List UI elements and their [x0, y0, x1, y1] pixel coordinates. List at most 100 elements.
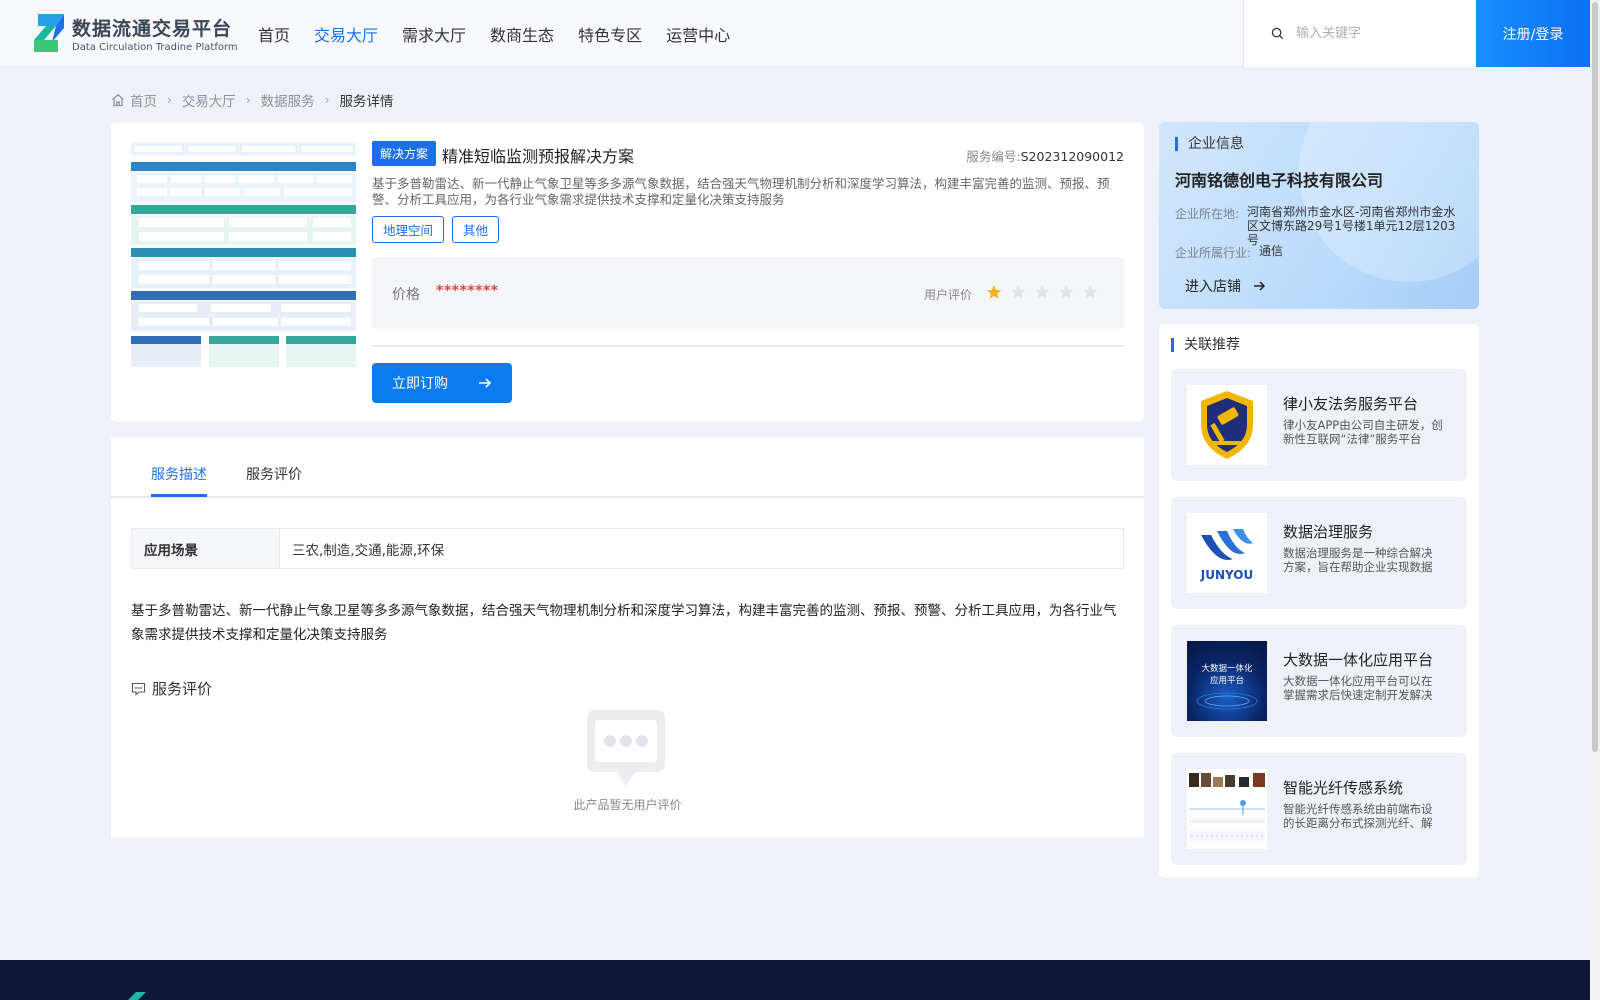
scene-table: 应用场景 三农,制造,交通,能源,环保	[131, 528, 1124, 569]
recommend-thumbnail	[1187, 769, 1267, 849]
arrow-right-icon	[1254, 281, 1266, 291]
arrow-right-icon	[479, 378, 492, 388]
recommend-description: 大数据一体化应用平台可以在掌握需求后快速定制开发解决方案	[1283, 674, 1433, 702]
recommend-thumbnail: 大数据一体化 应用平台	[1187, 641, 1267, 721]
comment-icon	[131, 682, 146, 696]
empty-comment-icon	[587, 710, 665, 786]
company-name: 河南铭德创电子科技有限公司	[1175, 171, 1384, 190]
service-number: 服务编号:S202312090012	[966, 146, 1124, 165]
search-icon[interactable]	[1271, 27, 1284, 40]
no-review-text: 此产品暂无用户评价	[573, 798, 682, 812]
tab-bar: 服务描述 服务评价	[111, 438, 1144, 498]
logo-subtitle: Data Circulation Tradine Platform	[72, 41, 238, 53]
company-info-card: 企业信息 河南铭德创电子科技有限公司 企业所在地: 河南省郑州市金水区-河南省郑…	[1159, 122, 1479, 309]
category-badge: 解决方案	[372, 141, 437, 166]
recommend-item[interactable]: JUNYOU 数据治理服务 数据治理服务是一种综合解决方案，旨在帮助企业实现数据…	[1171, 497, 1467, 609]
nav-ecosystem[interactable]: 数商生态	[490, 22, 554, 46]
scrollbar-thumb[interactable]	[1592, 2, 1598, 752]
divider	[372, 345, 1124, 347]
recommend-thumbnail	[1187, 385, 1267, 465]
main-nav: 首页 交易大厅 需求大厅 数商生态 特色专区 运营中心	[258, 0, 754, 67]
thumb-text-line1: 大数据一体化	[1201, 663, 1253, 674]
tab-service-description[interactable]: 服务描述	[151, 464, 207, 484]
footer-logo-icon	[128, 992, 146, 1000]
fiber-sensing-image	[1189, 773, 1265, 841]
review-title: 服务评价	[152, 680, 213, 698]
breadcrumb-home[interactable]: 首页	[130, 90, 157, 110]
nav-operation-center[interactable]: 运营中心	[666, 22, 730, 46]
nav-demand-hall[interactable]: 需求大厅	[402, 22, 466, 46]
logo-title: 数据流通交易平台	[72, 17, 233, 40]
product-card: 解决方案 精准短临监测预报解决方案 服务编号:S202312090012 基于多…	[111, 122, 1144, 422]
enter-shop-label: 进入店铺	[1185, 279, 1241, 295]
big-data-platform-image: 大数据一体化 应用平台	[1196, 663, 1258, 710]
star-icon	[1034, 285, 1050, 299]
scene-label: 应用场景	[132, 529, 280, 568]
star-icon	[1058, 285, 1074, 299]
breadcrumb: 首页 › 交易大厅 › 数据服务 › 服务详情	[111, 90, 393, 110]
home-icon	[112, 94, 124, 107]
recommend-title: 律小友法务服务平台	[1283, 395, 1419, 413]
product-description: 基于多普勒雷达、新一代静止气象卫星等多多源气象数据，结合强天气物理机制分析和深度…	[372, 176, 1110, 207]
rating-stars	[986, 284, 1106, 300]
tag-geo-space[interactable]: 地理空间	[372, 216, 445, 243]
recommend-description: 智能光纤传感系统由前端布设的长距离分布式探测光纤、解调设备组成	[1283, 802, 1433, 830]
buy-now-label: 立即订购	[392, 376, 448, 392]
industry-value: 通信	[1259, 244, 1284, 258]
rating-label: 用户评价	[924, 288, 973, 302]
service-description-text: 基于多普勒雷达、新一代静止气象卫星等多多源气象数据，结合强天气物理机制分析和深度…	[131, 603, 1117, 643]
review-section-title: 服务评价	[131, 678, 212, 699]
tab-service-review[interactable]: 服务评价	[246, 464, 302, 484]
price-label: 价格	[392, 287, 420, 303]
recommend-description: 数据治理服务是一种综合解决方案，旨在帮助企业实现数据治理	[1283, 546, 1433, 574]
tag-other[interactable]: 其他	[452, 216, 500, 243]
recommend-title: 大数据一体化应用平台	[1283, 651, 1434, 669]
recommend-description: 律小友APP由公司自主研发，创新性互联网“法律”服务平台	[1283, 418, 1443, 446]
nav-home[interactable]: 首页	[258, 22, 290, 46]
product-image	[131, 142, 356, 367]
logo-icon	[34, 14, 64, 52]
register-login-button[interactable]: 注册/登录	[1476, 0, 1590, 67]
page-footer	[0, 960, 1590, 1000]
location-value: 河南省郑州市金水区-河南省郑州市金水区文博东路29号1号楼1单元12层1203号	[1247, 205, 1456, 247]
price-panel: 价格 ******** 用户评价	[372, 257, 1124, 329]
junyou-logo-icon: JUNYOU	[1200, 529, 1253, 582]
junyou-logo-text: JUNYOU	[1200, 568, 1253, 582]
service-number-label: 服务编号:	[966, 149, 1021, 164]
company-industry-row: 企业所属行业: 通信	[1175, 244, 1479, 261]
product-title: 精准短临监测预报解决方案	[442, 147, 635, 166]
detail-card: 服务描述 服务评价 应用场景 三农,制造,交通,能源,环保 基于多普勒雷达、新一…	[111, 438, 1144, 838]
recommend-item[interactable]: 智能光纤传感系统 智能光纤传感系统由前端布设的长距离分布式探测光纤、解调设备组成	[1171, 753, 1467, 865]
chevron-right-icon: ›	[167, 93, 172, 107]
enter-shop-link[interactable]: 进入店铺	[1185, 276, 1266, 296]
recommendations-card: 关联推荐 律小友法务服务平台 律小友APP由公司自主研发，创新性互联网“法律”服…	[1159, 324, 1479, 878]
top-header: 数据流通交易平台 Data Circulation Tradine Platfo…	[0, 0, 1590, 67]
thumb-text-line2: 应用平台	[1210, 675, 1244, 686]
nav-special-zone[interactable]: 特色专区	[578, 22, 642, 46]
recommend-thumbnail: JUNYOU	[1187, 513, 1267, 593]
recommend-item[interactable]: 大数据一体化 应用平台 大数据一体化应用平台 大数据一体化应用平台可以在掌握需求…	[1171, 625, 1467, 737]
chevron-right-icon: ›	[245, 93, 251, 107]
recommend-section-title: 关联推荐	[1171, 338, 1240, 352]
star-icon	[986, 285, 1002, 299]
buy-now-button[interactable]: 立即订购	[372, 363, 512, 403]
breadcrumb-data-service[interactable]: 数据服务	[261, 90, 315, 110]
scene-value: 三农,制造,交通,能源,环保	[292, 542, 445, 559]
chevron-right-icon: ›	[324, 93, 330, 107]
search-box	[1243, 0, 1476, 67]
page-scrollbar[interactable]	[1590, 0, 1600, 1000]
product-tags: 地理空间 其他	[372, 216, 507, 243]
search-input[interactable]	[1296, 26, 1456, 41]
star-icon	[1082, 285, 1098, 299]
breadcrumb-current: 服务详情	[339, 94, 394, 110]
nav-trading-hall[interactable]: 交易大厅	[314, 22, 378, 46]
industry-label: 企业所属行业:	[1175, 246, 1252, 260]
breadcrumb-trading-hall[interactable]: 交易大厅	[182, 90, 236, 110]
company-section-title: 企业信息	[1175, 137, 1244, 151]
recommend-item[interactable]: 律小友法务服务平台 律小友APP由公司自主研发，创新性互联网“法律”服务平台	[1171, 369, 1467, 481]
platform-logo[interactable]: 数据流通交易平台 Data Circulation Tradine Platfo…	[30, 12, 238, 54]
star-icon	[1010, 285, 1026, 299]
shield-gavel-icon	[1201, 391, 1253, 459]
recommend-title: 智能光纤传感系统	[1283, 779, 1404, 797]
company-location-row: 企业所在地: 河南省郑州市金水区-河南省郑州市金水区文博东路29号1号楼1单元1…	[1175, 205, 1467, 247]
